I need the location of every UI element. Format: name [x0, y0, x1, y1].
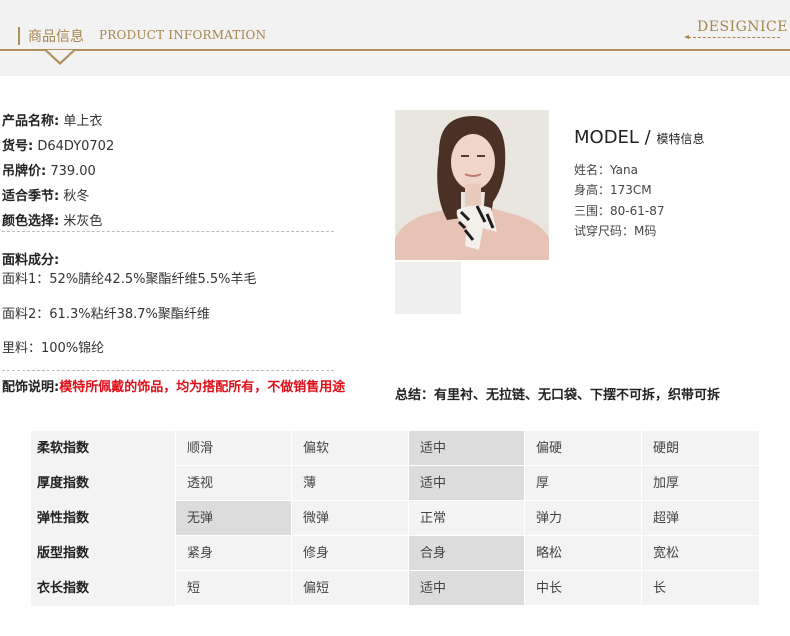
model-height: 身高：173CM — [574, 183, 652, 197]
attribute-option-selected: 无弹 — [176, 501, 292, 536]
accessory-note: 模特所佩戴的饰品，均为搭配所有，不做销售用途 — [59, 380, 346, 395]
product-price-row: 吊牌价: 739.00 — [2, 160, 96, 179]
attribute-option: 略松 — [525, 536, 642, 571]
attribute-label: 柔软指数 — [31, 431, 176, 466]
attribute-option-selected: 合身 — [409, 536, 525, 571]
attribute-label: 版型指数 — [31, 536, 176, 571]
product-code-value: D64DY0702 — [37, 139, 115, 154]
model-photo-illustration — [395, 110, 549, 260]
attribute-option: 硬朗 — [642, 431, 760, 466]
product-season-row: 适合季节: 秋冬 — [2, 185, 89, 204]
model-measurements: 三围：80-61-87 — [574, 204, 665, 218]
fabric-label: 面料成分: — [2, 253, 60, 268]
lining: 里料：100%锦纶 — [2, 341, 105, 356]
model-title-en: MODEL / — [574, 127, 651, 148]
divider — [2, 370, 334, 371]
product-color-label: 颜色选择: — [2, 214, 60, 229]
attribute-option: 加厚 — [642, 466, 760, 501]
attribute-option: 偏软 — [292, 431, 409, 466]
attribute-option: 超弹 — [642, 501, 760, 536]
product-name-value: 单上衣 — [63, 114, 103, 129]
attribute-option: 薄 — [292, 466, 409, 501]
product-price-label: 吊牌价: — [2, 164, 47, 179]
attribute-row: 柔软指数 顺滑 偏软 适中 偏硬 硬朗 — [31, 431, 760, 466]
section-title-cn: 商品信息 — [28, 29, 84, 45]
product-name-row: 产品名称: 单上衣 — [2, 110, 102, 129]
header-accent-bar — [18, 27, 20, 45]
attribute-option: 透视 — [176, 466, 292, 501]
product-name-label: 产品名称: — [2, 114, 60, 129]
attribute-row: 版型指数 紧身 修身 合身 略松 宽松 — [31, 536, 760, 571]
attribute-option-selected: 适中 — [409, 431, 525, 466]
attribute-row: 厚度指数 透视 薄适中 厚加厚 — [31, 466, 760, 501]
brand-name: DESIGNICE — [697, 19, 788, 35]
product-code-row: 货号: D64DY0702 — [2, 135, 114, 154]
attribute-label: 弹性指数 — [31, 501, 176, 536]
model-name: 姓名：Yana — [574, 163, 638, 177]
attribute-option: 厚 — [525, 466, 642, 501]
attribute-option-selected: 适中 — [409, 571, 525, 606]
header-divider — [0, 49, 790, 51]
product-season-value: 秋冬 — [63, 189, 90, 204]
attribute-row: 衣长指数 短偏短 适中 中长 长 — [31, 571, 760, 606]
product-season-label: 适合季节: — [2, 189, 60, 204]
attribute-option: 修身 — [292, 536, 409, 571]
model-title: MODEL / 模特信息 — [574, 127, 705, 148]
model-photo — [395, 110, 549, 260]
attribute-option: 弹力 — [525, 501, 642, 536]
attribute-label: 厚度指数 — [31, 466, 176, 501]
attribute-option: 中长 — [525, 571, 642, 606]
fabric-heading: 面料成分: — [2, 249, 59, 268]
attribute-option: 偏硬 — [525, 431, 642, 466]
attribute-option: 宽松 — [642, 536, 760, 571]
product-summary: 总结：有里衬、无拉链、无口袋、下摆不可拆，织带可拆 — [395, 388, 721, 403]
product-color-row: 颜色选择: 米灰色 — [2, 210, 102, 229]
attribute-option: 紧身 — [176, 536, 292, 571]
section-title-en: PRODUCT INFORMATION — [99, 28, 267, 42]
attribute-option: 长 — [642, 571, 760, 606]
product-color-value: 米灰色 — [63, 214, 103, 229]
accessory-row: 配饰说明:模特所佩戴的饰品，均为搭配所有，不做销售用途 — [2, 376, 345, 395]
attribute-option: 短 — [176, 571, 292, 606]
accessory-label: 配饰说明: — [2, 380, 60, 395]
attribute-option: 正常 — [409, 501, 525, 536]
attribute-option: 微弹 — [292, 501, 409, 536]
attribute-option: 顺滑 — [176, 431, 292, 466]
fabric-1: 面料1：52%腈纶42.5%聚酯纤维5.5%羊毛 — [2, 272, 257, 287]
product-price-value: 739.00 — [50, 164, 96, 179]
model-title-cn: 模特信息 — [656, 132, 705, 146]
attribute-option-selected: 适中 — [409, 466, 525, 501]
product-code-label: 货号: — [2, 139, 34, 154]
arrow-left-icon — [684, 35, 780, 39]
attribute-option: 偏短 — [292, 571, 409, 606]
divider — [2, 231, 334, 232]
attribute-row: 弹性指数 无弹 微弹 正常 弹力 超弹 — [31, 501, 760, 536]
model-size: 试穿尺码：M码 — [574, 224, 657, 238]
section-header: 商品信息 PRODUCT INFORMATION DESIGNICE — [0, 0, 790, 76]
fabric-2: 面料2：61.3%粘纤38.7%聚酯纤维 — [2, 307, 210, 322]
attribute-label: 衣长指数 — [31, 571, 176, 606]
photo-thumbnail[interactable] — [395, 262, 461, 314]
